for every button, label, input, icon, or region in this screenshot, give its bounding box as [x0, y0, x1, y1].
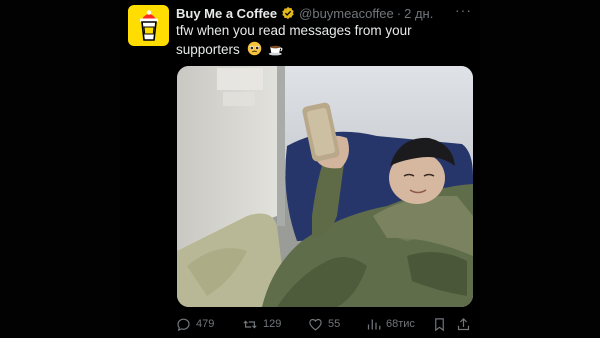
tweet-card[interactable]: Buy Me a Coffee @buymeacoffee · 2 дн. ··… [120, 0, 480, 338]
action-bar: 479 129 55 68тис [176, 314, 476, 334]
verified-badge-icon [281, 6, 295, 20]
reply-button[interactable]: 479 [176, 317, 242, 332]
more-options-button[interactable]: ··· [455, 2, 472, 18]
heart-icon [309, 318, 322, 331]
tweet-photo[interactable] [177, 66, 473, 307]
tweet-text: tfw when you read messages from your sup… [176, 21, 456, 61]
post-date[interactable]: 2 дн. [404, 6, 433, 21]
retweet-button[interactable]: 129 [242, 317, 308, 332]
right-backdrop [480, 0, 600, 338]
author-name[interactable]: Buy Me a Coffee [176, 6, 277, 21]
share-icon [457, 317, 470, 330]
left-backdrop [0, 0, 120, 338]
like-count: 55 [328, 318, 341, 330]
views-button[interactable]: 68тис [366, 317, 432, 332]
views-chart-icon [367, 319, 381, 329]
bookmark-icon [435, 317, 444, 331]
bookmark-button[interactable] [432, 317, 456, 332]
hot-beverage-icon [268, 41, 284, 61]
tweet-header: Buy Me a Coffee @buymeacoffee · 2 дн. [176, 4, 472, 22]
pleading-face-icon [247, 41, 262, 61]
retweet-count: 129 [263, 318, 282, 330]
reply-count: 479 [196, 318, 215, 330]
author-handle[interactable]: @buymeacoffee [299, 6, 394, 21]
share-button[interactable] [456, 317, 476, 332]
like-button[interactable]: 55 [308, 317, 366, 332]
tweet-body: tfw when you read messages from your sup… [176, 23, 412, 57]
reply-icon [177, 318, 190, 331]
coffee-cup-logo-icon [139, 9, 158, 41]
avatar[interactable] [128, 5, 169, 46]
views-count: 68тис [386, 318, 415, 330]
separator-dot: · [396, 5, 402, 21]
retweet-icon [243, 320, 257, 328]
